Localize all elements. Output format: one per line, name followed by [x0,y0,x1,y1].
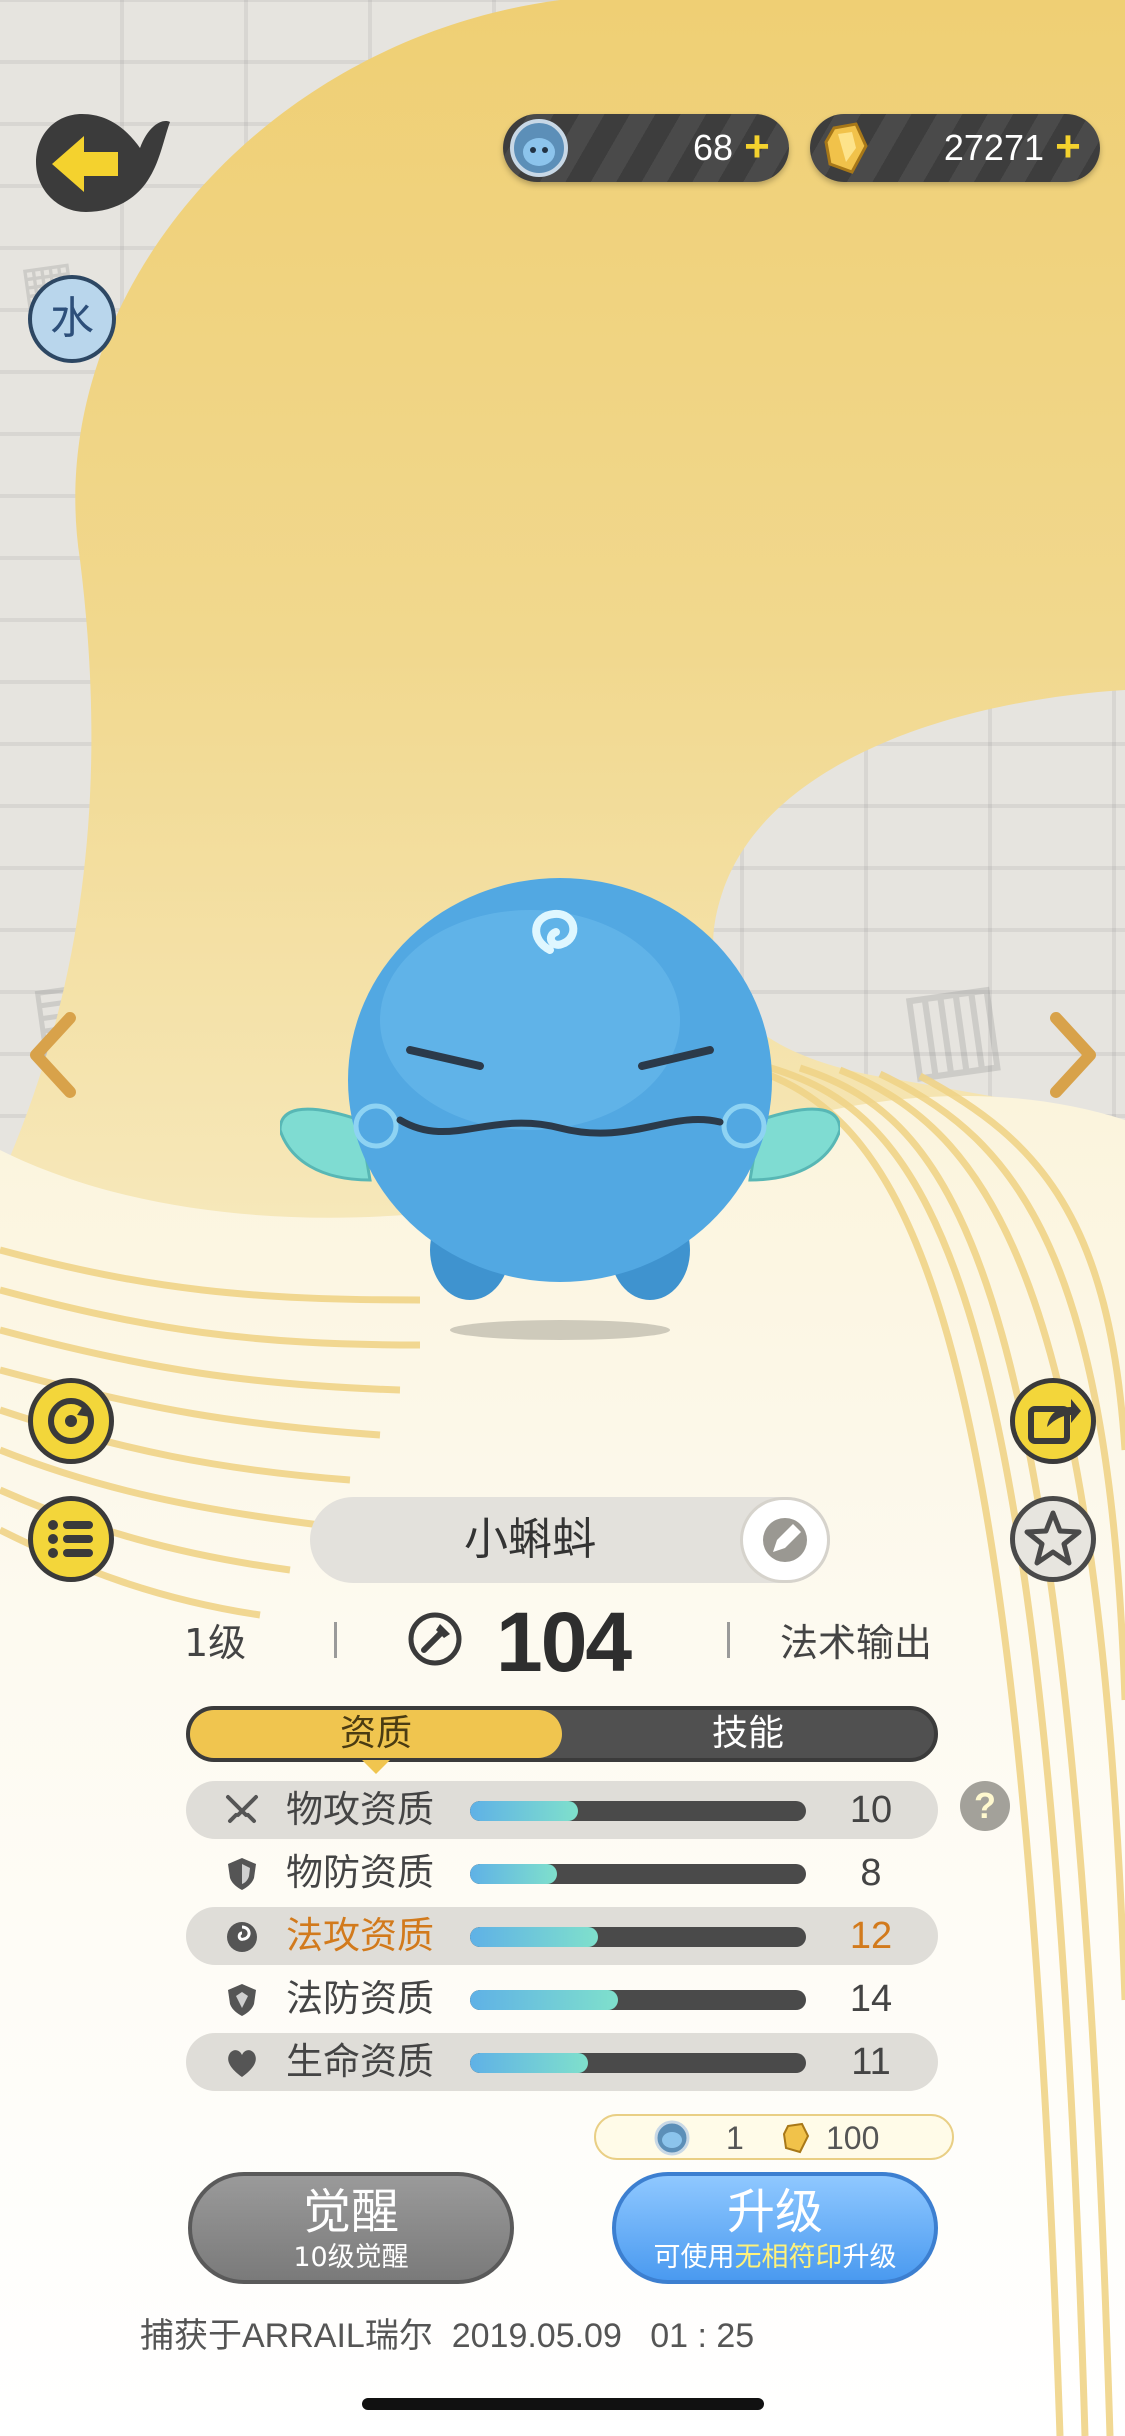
upgrade-cost: 1 100 [594,2114,954,2160]
favorite-button[interactable] [1010,1496,1096,1582]
aptitude-label: 物攻资质 [286,1788,434,1831]
gold-counter: 27271 + [810,114,1100,182]
aptitude-label: 法防资质 [286,1977,434,2020]
rename-button[interactable] [740,1497,830,1583]
pet-role: 法术输出 [780,1621,933,1665]
capture-info: 捕获于ARRAIL瑞尔 2019.05.09 01 : 25 [140,2317,755,2355]
home-indicator[interactable] [362,2398,764,2410]
aptitude-bar [470,1801,806,1821]
next-pet-button[interactable] [1044,1010,1104,1100]
aptitude-bar [470,1927,806,1947]
help-button[interactable]: ? [960,1781,1010,1831]
aptitude-row: 法攻资质 12 [186,1907,938,1965]
upgrade-subtitle-prefix: 可使用 [653,2242,735,2273]
gold-crystal-icon [824,122,868,174]
replace-pet-button[interactable] [28,1378,114,1464]
add-spirit-orb-button[interactable]: + [737,125,777,170]
swirl-icon [227,1922,257,1952]
detail-tabs: 资质 技能 [186,1706,938,1774]
tab-aptitude[interactable]: 资质 [190,1710,562,1774]
pet-name: 小蝌蚪 [464,1514,596,1565]
aptitude-value: 8 [860,1852,882,1894]
combat-power-icon [408,1612,462,1666]
pet-summary-row: 1级 104 法术输出 [0,1595,1125,1689]
divider [334,1622,337,1658]
aptitude-label: 物防资质 [286,1851,434,1894]
awaken-subtitle: 10级觉醒 [293,2242,409,2273]
pet-model[interactable] [280,860,840,1340]
aptitude-row: 物防资质 8 [186,1844,938,1902]
spirit-orb-count: 68 [692,127,733,168]
upgrade-item-name: 无相符印 [734,2242,843,2273]
orb-cost: 1 [726,2120,744,2156]
spirit-orb-counter: 68 + [503,114,789,182]
awaken-title: 觉醒 [302,2184,399,2240]
aptitude-bar-fill [470,2053,588,2073]
aptitude-row: 法防资质 14 [186,1970,938,2028]
element-badge: 水 [28,275,116,363]
previous-pet-button[interactable] [22,1010,82,1100]
star-icon [1024,1510,1082,1566]
gold-crystal-icon [782,2122,810,2154]
combat-power-value: 104 [496,1595,632,1689]
upgrade-title: 升级 [726,2184,823,2240]
share-button[interactable] [1010,1378,1096,1464]
spirit-orb-icon [510,119,568,177]
aptitude-bar-fill [470,1864,558,1884]
upgrade-subtitle: 可使用无相符印升级 [616,2242,934,2274]
pet-level: 1级 [184,1621,247,1665]
aptitude-bar [470,2053,806,2073]
aptitude-row: 物攻资质 10 [186,1781,938,1839]
shield-icon [228,1858,256,1890]
aptitude-value: 14 [849,1978,893,2020]
tab-skills[interactable]: 技能 [562,1710,934,1758]
gold-cost: 100 [826,2120,880,2156]
aptitude-bar [470,1990,806,2010]
divider [727,1622,730,1658]
aptitude-bar [470,1864,806,1884]
magic-shield-icon [228,1984,256,2016]
aptitude-label: 生命资质 [286,2040,434,2083]
upgrade-subtitle-suffix: 升级 [842,2242,897,2273]
crossed-swords-icon [226,1795,258,1823]
aptitude-value: 10 [849,1789,893,1831]
pencil-icon [763,1518,807,1562]
refresh-icon [48,1398,94,1444]
back-button[interactable] [28,108,172,216]
menu-list-button[interactable] [28,1496,114,1582]
awaken-button[interactable]: 觉醒 10级觉醒 [188,2172,514,2284]
pet-name-pill: 小蝌蚪 [310,1497,830,1583]
gold-count: 27271 [943,127,1044,168]
heart-icon [228,2050,256,2077]
aptitude-label: 法攻资质 [286,1914,434,1957]
aptitude-bar-fill [470,1927,598,1947]
aptitude-bar-fill [470,1801,578,1821]
share-icon [1028,1399,1081,1444]
aptitude-value: 12 [849,1915,893,1957]
aptitude-value: 11 [851,2041,891,2083]
aptitude-row: 生命资质 11 [186,2033,938,2091]
upgrade-button[interactable]: 升级 可使用无相符印升级 [612,2172,938,2284]
spirit-orb-icon [654,2120,690,2156]
list-icon [48,1520,93,1558]
aptitude-bar-fill [470,1990,618,2010]
add-gold-button[interactable]: + [1048,125,1088,170]
